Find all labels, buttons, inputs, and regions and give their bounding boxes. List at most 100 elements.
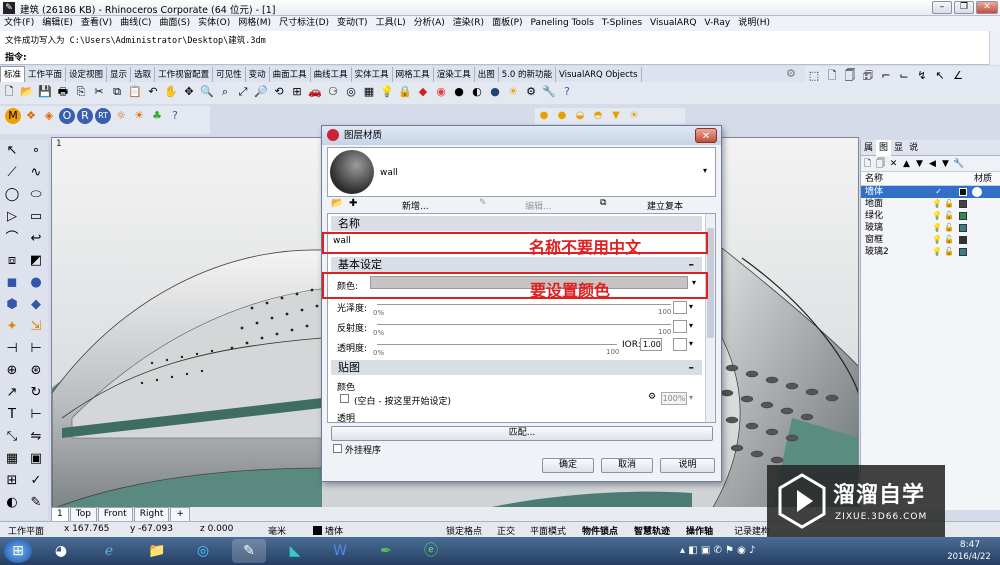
mesh-icon[interactable]: ◆ [26, 295, 46, 315]
arc-icon[interactable]: ⌒ [2, 229, 22, 249]
clipboard-icon[interactable]: ✎ [26, 493, 46, 513]
status-osnap[interactable]: 物件锁点 [582, 524, 618, 537]
move-out-icon[interactable]: ◀ [927, 158, 938, 170]
material-sphere-icon[interactable]: ● [451, 84, 467, 100]
clock-date[interactable]: 2016/4/22 [940, 552, 998, 562]
tab-render-tools[interactable]: 渲染工具 [434, 67, 475, 83]
layer-color-swatch[interactable] [959, 248, 967, 256]
text-icon[interactable]: T [2, 405, 22, 425]
zoom-extents-icon[interactable]: ⤢ [235, 84, 251, 100]
transparency-dropdown-icon[interactable]: ▾ [689, 339, 693, 348]
vray-help-icon[interactable]: ? [167, 108, 183, 124]
basic-section-header[interactable]: 基本设定 – [331, 257, 702, 272]
viewport-tab-front[interactable]: Front [97, 507, 133, 522]
tab-curve-tools[interactable]: 曲线工具 [311, 67, 352, 83]
new-file-icon[interactable]: 🗋 [1, 84, 17, 100]
four-view-icon[interactable]: ⊞ [289, 84, 305, 100]
lightbulb-icon[interactable]: 💡 [932, 246, 942, 258]
dialog-close-button[interactable]: ✕ [695, 128, 717, 143]
dimension-tool-icon[interactable]: ⊢ [26, 405, 46, 425]
menu-paneling-tools[interactable]: Paneling Tools [527, 16, 598, 31]
start-button[interactable]: ⊞ [4, 539, 32, 563]
menu-edit[interactable]: 编辑(E) [38, 16, 77, 31]
ellipse-icon[interactable]: ⬭ [26, 185, 46, 205]
viewport-tab-add[interactable]: + [170, 507, 190, 522]
menu-dimension[interactable]: 尺寸标注(D) [275, 16, 333, 31]
collapse-icon[interactable]: – [689, 360, 695, 375]
layer-color-icon[interactable]: ◆ [415, 84, 431, 100]
car-icon[interactable]: 🚗 [307, 84, 323, 100]
open-file-icon[interactable]: 📂 [19, 84, 35, 100]
tab-standard[interactable]: 标准 [0, 66, 26, 83]
dimension2-icon[interactable]: ⌙ [896, 68, 912, 84]
command-scrollbar[interactable] [989, 31, 1000, 65]
cplane-icon[interactable]: ◎ [343, 84, 359, 100]
vray-light-icon[interactable]: ☼ [113, 108, 129, 124]
tab-display[interactable]: 显示 [107, 67, 132, 83]
undo-icon[interactable]: ↶ [145, 84, 161, 100]
tab-select[interactable]: 选取 [131, 67, 156, 83]
menu-tsplines[interactable]: T-Splines [598, 16, 646, 31]
dimension-icon[interactable]: ⌐ [878, 68, 894, 84]
plugin-checkbox[interactable] [333, 444, 342, 453]
collapse-icon[interactable]: – [689, 257, 695, 272]
map-settings-icon[interactable]: ⚙ [648, 392, 656, 402]
unlock-icon[interactable]: 🔓 [944, 198, 954, 210]
help-button[interactable]: 说明 [660, 458, 715, 473]
light-icon[interactable]: ☀ [505, 84, 521, 100]
name-section-header[interactable]: 名称 [331, 216, 702, 231]
map-strength-input[interactable]: 100% [661, 392, 687, 405]
status-grid-snap[interactable]: 锁定格点 [446, 524, 482, 537]
delete-layer-icon[interactable]: ✕ [888, 158, 899, 170]
status-gumball[interactable]: 操作轴 [686, 524, 713, 537]
select-arrow-icon[interactable]: ↖ [2, 141, 22, 161]
trim-icon[interactable]: ⊣ [2, 339, 22, 359]
add-icon[interactable]: ✚ [349, 198, 357, 209]
page-view-icon[interactable]: 🗍 [842, 68, 858, 84]
check-icon[interactable]: ✓ [26, 471, 46, 491]
render-icon[interactable]: ◐ [469, 84, 485, 100]
menu-analyze[interactable]: 分析(A) [410, 16, 449, 31]
close-button[interactable]: ✕ [976, 1, 998, 14]
copy-icon[interactable]: ⧉ [109, 84, 125, 100]
vray-options-icon[interactable]: O [59, 108, 75, 124]
lightbulb-icon[interactable]: 💡 [379, 84, 395, 100]
grid-icon[interactable]: ▦ [361, 84, 377, 100]
paste-icon[interactable]: 📋 [127, 84, 143, 100]
menu-tools[interactable]: 工具(L) [372, 16, 410, 31]
tab-surface-tools[interactable]: 曲面工具 [270, 67, 311, 83]
vray-m-icon[interactable]: M [5, 108, 21, 124]
gumball-icon[interactable]: ⇲ [26, 317, 46, 337]
layer-color-swatch[interactable] [959, 188, 967, 196]
media-center-icon[interactable]: ◕ [44, 539, 78, 563]
unlock-icon[interactable]: 🔓 [944, 222, 954, 234]
explode-icon[interactable]: ⊛ [26, 361, 46, 381]
group-icon[interactable]: ▣ [26, 449, 46, 469]
color-wheel-icon[interactable]: ◉ [433, 84, 449, 100]
status-ortho[interactable]: 正交 [497, 524, 515, 537]
rhino-icon[interactable]: ✎ [3, 2, 15, 14]
menu-render[interactable]: 渲染(R) [449, 16, 488, 31]
transparency-slider[interactable] [377, 344, 617, 345]
vray-render-icon[interactable]: R [77, 108, 93, 124]
layer-tools-icon[interactable]: 🔧 [953, 158, 964, 170]
import-icon[interactable]: ⎘ [73, 84, 89, 100]
unlock-icon[interactable]: 🔓 [944, 210, 954, 222]
save-icon[interactable]: 💾 [37, 84, 53, 100]
status-layer[interactable]: 墙体 [325, 524, 343, 537]
select-icon[interactable]: ⚆ [325, 84, 341, 100]
folder-icon[interactable]: 📁 [140, 539, 174, 563]
light-spot-icon[interactable]: ● [536, 110, 552, 122]
panel-tab-layers[interactable]: 图 [876, 140, 892, 156]
app-e-icon[interactable]: ⓔ [414, 539, 448, 563]
browser-icon[interactable]: ◎ [186, 539, 220, 563]
point-icon[interactable]: ∘ [26, 141, 46, 161]
circle-icon[interactable]: ◯ [2, 185, 22, 205]
rhino-task-icon[interactable]: ✎ [232, 539, 266, 563]
sphere-icon[interactable]: ● [26, 273, 46, 293]
menu-visualarq[interactable]: VisualARQ [646, 16, 700, 31]
status-smarttrack[interactable]: 智慧轨迹 [634, 524, 670, 537]
tab-mesh-tools[interactable]: 网格工具 [393, 67, 434, 83]
autocad-icon[interactable]: ◣ [278, 539, 312, 563]
layer-color-swatch[interactable] [959, 200, 967, 208]
